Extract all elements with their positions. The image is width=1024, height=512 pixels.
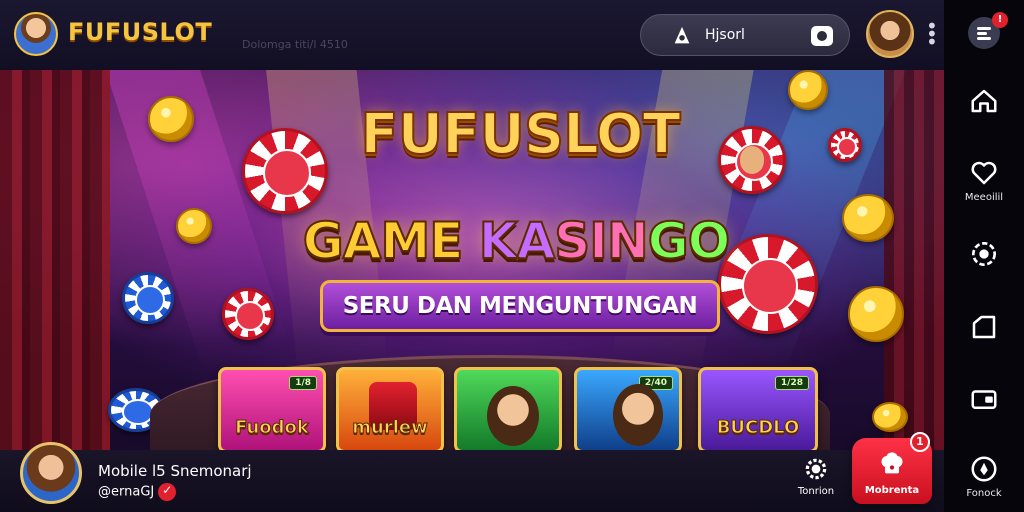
menu-badge: ! [992,12,1008,28]
settings-button[interactable]: Tonrion [790,456,842,497]
notification-badge: 1 [910,432,930,452]
casino-chip [122,272,174,324]
sidebar-item-wallet[interactable] [944,384,1024,414]
hero-banner: FUFUSLOT GAME KASINGO SERU DAN MENGUNTUN… [0,70,944,450]
more-options-icon[interactable]: • • • [926,16,938,52]
sidebar-item-menu[interactable]: ! [944,12,1024,50]
game-card[interactable] [454,367,562,450]
profile-handle: @ernaGJ [98,483,177,501]
game-card[interactable]: 2/40 [574,367,682,450]
hero-subtitle: GAME KASINGO [266,211,766,271]
gold-coin [872,402,908,432]
sidebar-item-location[interactable]: Fonock [944,454,1024,499]
sidebar-item-home[interactable] [944,86,1024,116]
brand-name[interactable]: FUFUSLOT [68,18,212,46]
game-badge: 1/28 [774,376,809,390]
casino-chip [222,288,274,340]
curtain-right [884,70,944,450]
gold-coin [842,194,894,242]
right-sidebar: ! Meeoilil Fonock [944,0,1024,512]
brand-subtitle: Dolomga titi/l 4510 [242,38,348,51]
game-title: BUCDLO [716,417,800,439]
search-bar[interactable]: Hjsorl [640,14,850,56]
game-title: murlew [352,417,428,439]
gold-coin [148,96,194,142]
bell-icon[interactable] [671,25,693,47]
sidebar-item-files[interactable] [944,312,1024,342]
sidebar-label: Meeoilil [964,192,1004,203]
bottom-bar: Mobile l5 Snemonarj @ernaGJ Tonrion 1 Mo… [0,432,944,512]
sidebar-item-favorites[interactable]: Meeoilil [944,158,1024,203]
verified-icon [158,483,177,501]
profile-avatar[interactable] [20,442,82,504]
gear-face-icon [972,242,996,266]
game-card[interactable]: murlew [336,367,444,450]
camera-icon[interactable] [811,26,833,46]
logo-avatar[interactable] [14,12,58,56]
hero-subtitle-part: KA [478,211,556,271]
profile-name: Mobile l5 Snemonarj [98,462,252,480]
game-character [613,384,663,446]
search-text: Hjsorl [705,27,745,43]
curtain-left [0,70,110,450]
hero-title: FUFUSLOT [359,101,681,168]
casino-chip-avatar [718,126,786,194]
gold-coin [848,286,904,342]
hot-label: Mobrenta [864,485,920,496]
settings-label: Tonrion [797,486,835,497]
hot-button[interactable]: 1 Mobrenta [852,432,932,504]
game-character [487,386,539,446]
top-bar: FUFUSLOT Dolomga titi/l 4510 Hjsorl • • • [0,0,944,70]
gold-coin [788,70,828,110]
profile-handle-text: @ernaGJ [98,484,155,500]
game-card[interactable]: 1/28 BUCDLO [698,367,818,450]
gold-coin [176,208,212,244]
casino-chip [828,128,862,162]
gear-icon [805,458,827,480]
hero-subtitle-part: SIN [553,211,649,271]
folder-icon [972,315,996,339]
game-badge: 1/8 [289,376,317,390]
hero-subtitle-part: GO [647,211,732,271]
game-title: Fuodok [235,417,310,439]
hero-subtitle-part: GAME [302,211,479,271]
heart-icon [971,161,997,185]
user-avatar[interactable] [866,10,914,58]
casino-chip [242,128,328,214]
home-icon [971,89,997,113]
sidebar-label: Fonock [966,488,1002,499]
wallet-icon [971,390,997,409]
sidebar-item-profile[interactable] [944,238,1024,270]
game-card[interactable]: 1/8 Fuodok [218,367,326,450]
location-icon [971,456,997,482]
chef-hat-icon [881,452,903,474]
hero-ribbon: SERU DAN MENGUNTUNGAN [320,280,720,332]
